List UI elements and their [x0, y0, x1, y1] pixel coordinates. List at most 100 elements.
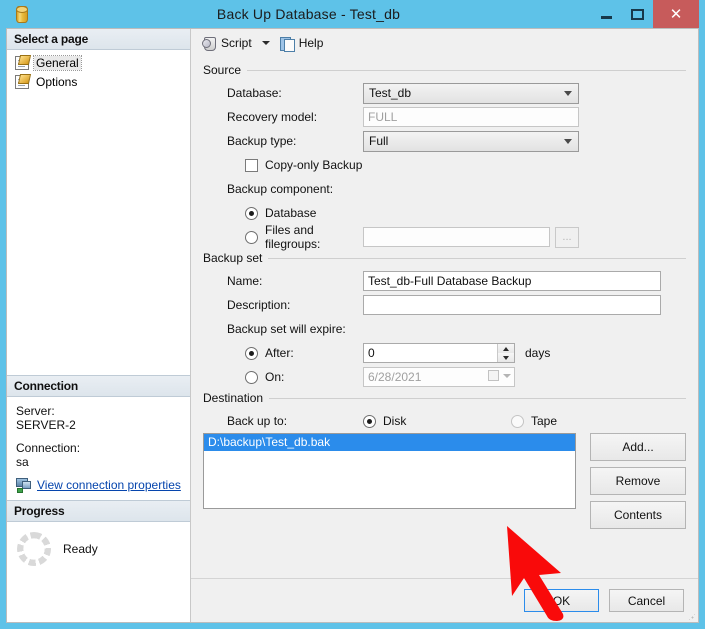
component-files-label: Files and filegroups: [265, 223, 321, 251]
backup-type-value: Full [369, 134, 389, 148]
recovery-model-label: Recovery model: [227, 110, 318, 124]
backup-database-dialog: Back Up Database - Test_db ✕ Select a pa… [0, 0, 705, 629]
expire-days-stepper[interactable] [363, 343, 515, 363]
component-database-label: Database [265, 206, 317, 220]
copy-only-checkbox[interactable] [245, 158, 258, 172]
help-icon [279, 36, 295, 52]
destination-disk-radio[interactable] [363, 414, 376, 428]
backup-description-input[interactable] [363, 295, 661, 315]
minimize-button[interactable] [591, 0, 622, 28]
caret-up-icon [503, 346, 509, 351]
progress-spinner-icon [17, 532, 51, 566]
page-icon [15, 74, 29, 89]
chevron-down-icon [564, 138, 572, 144]
destination-tape-option: Tape [511, 414, 557, 428]
window-controls: ✕ [591, 0, 699, 28]
progress-panel: Ready [7, 522, 190, 574]
close-icon: ✕ [669, 6, 683, 23]
source-group-title: Source [203, 63, 242, 77]
backup-name-row: Name: [203, 269, 686, 293]
destination-group-title: Destination [203, 391, 264, 405]
expire-days-input[interactable] [363, 343, 515, 363]
select-page-header: Select a page [7, 29, 190, 50]
maximize-button[interactable] [622, 0, 653, 28]
destination-tape-label: Tape [531, 414, 558, 428]
back-up-to-row: Back up to: Disk Tape [203, 409, 686, 433]
destination-path-item[interactable]: D:\backup\Test_db.bak [204, 434, 575, 451]
stepper-up-button[interactable] [498, 344, 514, 353]
browse-label: ... [562, 231, 572, 243]
server-label: Server: [16, 404, 55, 418]
backup-type-select[interactable]: Full [363, 130, 579, 152]
backup-name-input[interactable] [363, 271, 661, 291]
destination-group: Destination Back up to: Disk Tape D:\bac… [203, 391, 686, 529]
expire-date-picker: 6/28/2021 [363, 367, 515, 387]
database-select[interactable]: Test_db [363, 82, 579, 104]
back-up-to-label: Back up to: [227, 414, 288, 428]
component-database-row: Database [203, 201, 686, 225]
calendar-icon [488, 370, 499, 381]
database-row: Database: Test_db [203, 81, 686, 105]
connection-panel: Server: SERVER-2 Connection: sa View con… [7, 397, 190, 500]
view-connection-properties-link[interactable]: View connection properties [37, 478, 181, 492]
files-filegroups-field [363, 227, 550, 247]
recovery-model-field: FULL [363, 107, 579, 127]
destination-list-row: D:\backup\Test_db.bak Add... Remove Cont… [203, 433, 686, 529]
view-connection-properties-row[interactable]: View connection properties [16, 478, 182, 493]
backup-name-label: Name: [227, 274, 263, 288]
resize-grip[interactable] [685, 610, 695, 620]
component-files-row: Files and filegroups: ... [203, 223, 686, 251]
chevron-down-icon [564, 90, 572, 96]
page-list: General Options [7, 50, 190, 91]
script-label: Script [221, 36, 252, 50]
dialog-footer: OK Cancel [191, 578, 698, 622]
days-label: days [525, 346, 551, 360]
contents-button[interactable]: Contents [590, 501, 686, 529]
ok-button[interactable]: OK [524, 589, 599, 612]
recovery-model-value: FULL [368, 110, 398, 124]
component-files-radio[interactable] [245, 230, 258, 244]
expire-on-radio[interactable] [245, 370, 258, 384]
script-button[interactable]: Script [199, 34, 255, 53]
server-connection-icon [16, 478, 32, 493]
add-button[interactable]: Add... [590, 433, 686, 461]
progress-status: Ready [63, 542, 98, 556]
backup-set-group-title: Backup set [203, 251, 263, 265]
expire-on-row: On: 6/28/2021 [203, 365, 686, 389]
destination-list[interactable]: D:\backup\Test_db.bak [203, 433, 576, 509]
help-label: Help [298, 36, 324, 50]
chevron-down-icon [503, 373, 511, 378]
stepper-buttons[interactable] [497, 344, 514, 362]
source-group: Source Database: Test_db Recovery model:… [203, 63, 686, 251]
remove-button[interactable]: Remove [590, 467, 686, 495]
sidebar-item-label: General [33, 54, 82, 71]
close-button[interactable]: ✕ [653, 0, 699, 28]
component-database-radio[interactable] [245, 206, 258, 220]
dialog-client-area: Select a page General Options Connection… [6, 28, 699, 623]
left-pane: Select a page General Options Connection… [7, 29, 191, 622]
database-label: Database: [227, 86, 282, 100]
files-browse-button[interactable]: ... [555, 226, 579, 248]
dialog-toolbar: Script Help [191, 29, 698, 57]
connection-value: sa [16, 455, 29, 469]
sidebar-item-general[interactable]: General [7, 53, 190, 72]
destination-disk-label: Disk [383, 414, 407, 428]
sidebar-item-label: Options [36, 74, 78, 89]
cancel-button[interactable]: Cancel [609, 589, 684, 612]
backup-description-label: Description: [227, 298, 291, 312]
expire-after-radio[interactable] [245, 346, 258, 360]
sidebar-item-options[interactable]: Options [7, 72, 190, 91]
script-icon [202, 36, 217, 51]
backup-description-row: Description: [203, 293, 686, 317]
script-dropdown-chevron-down-icon[interactable] [261, 41, 270, 45]
copy-only-label: Copy-only Backup [265, 158, 363, 172]
group-divider [268, 257, 686, 259]
backup-set-group-header: Backup set [203, 251, 686, 265]
stepper-down-button[interactable] [498, 353, 514, 362]
maximize-icon [631, 8, 644, 20]
date-picker-glyphs [488, 370, 511, 381]
right-pane: Script Help Source Database: Test_db Rec… [191, 29, 698, 622]
copy-only-row: Copy-only Backup [203, 153, 686, 177]
backup-expire-label: Backup set will expire: [227, 322, 346, 336]
help-button[interactable]: Help [277, 34, 327, 53]
